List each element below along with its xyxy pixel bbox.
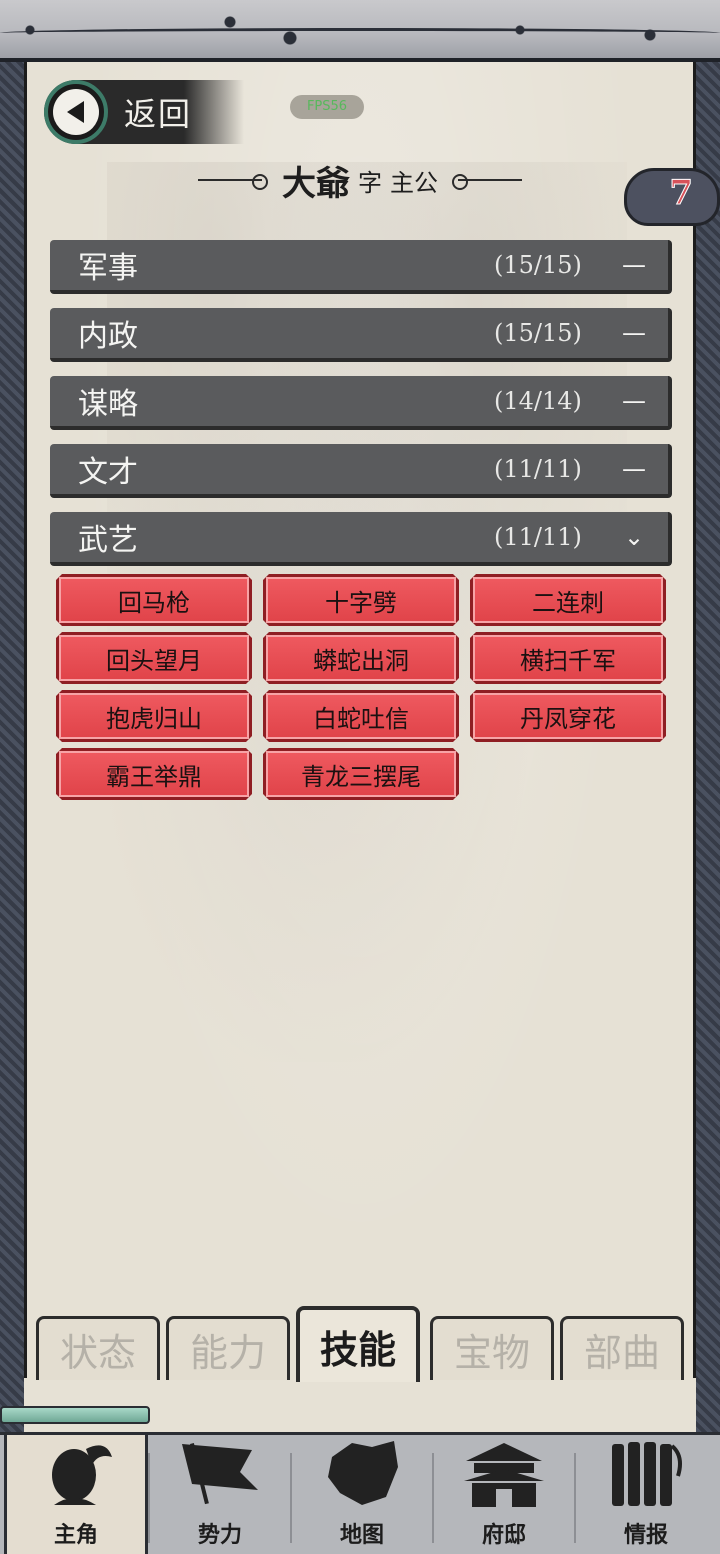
courtesy-name: 主公: [390, 168, 438, 197]
top-banner: [0, 0, 720, 62]
bottom-nav: 主角 势力 地图 府邸 情报: [0, 1432, 720, 1554]
nav-map[interactable]: 地图: [290, 1435, 434, 1554]
warrior-icon: [34, 1435, 118, 1511]
category-count: (15/15): [494, 319, 582, 347]
category-count: (14/14): [494, 387, 582, 415]
badge-number: 7: [669, 173, 694, 214]
skill-button[interactable]: 横扫千军: [470, 632, 666, 684]
jade-scroll-tab: [0, 1406, 150, 1424]
skill-button[interactable]: 回马枪: [56, 574, 252, 626]
category-name: 军事: [78, 251, 138, 286]
skill-button[interactable]: 丹凤穿花: [470, 690, 666, 742]
nav-label: 主角: [53, 1522, 98, 1548]
category-military[interactable]: 军事 (15/15) —: [50, 240, 672, 294]
category-name: 谋略: [78, 387, 138, 422]
mansion-icon: [462, 1435, 546, 1511]
skill-button[interactable]: 回头望月: [56, 632, 252, 684]
nav-label: 地图: [339, 1522, 384, 1548]
fps-counter: FPS56: [290, 95, 364, 119]
category-count: (11/11): [494, 523, 582, 551]
skill-button[interactable]: 二连刺: [470, 574, 666, 626]
frame-left: [0, 62, 24, 1432]
category-literary[interactable]: 文才 (11/11) —: [50, 444, 672, 498]
nav-intel[interactable]: 情报: [574, 1435, 718, 1554]
flag-icon: [178, 1435, 262, 1511]
category-name: 武艺: [78, 523, 138, 558]
character-title: 大爺 字 主公: [0, 150, 720, 210]
collapse-icon: —: [622, 251, 646, 279]
tab-treasure[interactable]: 宝物: [430, 1316, 554, 1380]
collapse-icon: —: [622, 455, 646, 483]
tab-ability[interactable]: 能力: [166, 1316, 290, 1380]
category-martial[interactable]: 武艺 (11/11) ⌄: [50, 512, 672, 566]
chevron-down-icon: ⌄: [623, 523, 645, 551]
nav-mansion[interactable]: 府邸: [432, 1435, 576, 1554]
category-name: 文才: [78, 455, 138, 490]
bamboo-scroll-icon: [604, 1435, 688, 1511]
back-label: 返回: [124, 95, 193, 133]
nav-label: 势力: [197, 1522, 242, 1548]
map-icon: [320, 1435, 404, 1511]
character-name: 大爺: [282, 163, 350, 204]
nav-protagonist[interactable]: 主角: [4, 1435, 148, 1554]
skill-button[interactable]: 抱虎归山: [56, 690, 252, 742]
title-ornament-left: [198, 174, 268, 190]
category-administration[interactable]: 内政 (15/15) —: [50, 308, 672, 362]
category-count: (11/11): [494, 455, 582, 483]
skill-button[interactable]: 白蛇吐信: [263, 690, 459, 742]
category-name: 内政: [78, 319, 138, 354]
category-count: (15/15): [494, 251, 582, 279]
nav-label: 情报: [623, 1522, 668, 1548]
title-ornament-right: [452, 174, 522, 190]
category-strategy[interactable]: 谋略 (14/14) —: [50, 376, 672, 430]
tab-status[interactable]: 状态: [36, 1316, 160, 1380]
skill-button[interactable]: 青龙三摆尾: [263, 748, 459, 800]
frame-right: [696, 62, 720, 1432]
nav-label: 府邸: [481, 1522, 526, 1548]
collapse-icon: —: [622, 387, 646, 415]
back-button[interactable]: 返回: [44, 80, 244, 144]
skill-button[interactable]: 霸王举鼎: [56, 748, 252, 800]
skill-button[interactable]: 蟒蛇出洞: [263, 632, 459, 684]
cloud-badge[interactable]: 7: [624, 168, 720, 226]
nav-faction[interactable]: 势力: [148, 1435, 292, 1554]
tab-skills[interactable]: 技能: [296, 1306, 420, 1382]
skill-button[interactable]: 十字劈: [263, 574, 459, 626]
back-arrow-icon: [44, 80, 108, 144]
courtesy-prefix: 字: [358, 168, 382, 197]
tab-troops[interactable]: 部曲: [560, 1316, 684, 1380]
collapse-icon: —: [622, 319, 646, 347]
